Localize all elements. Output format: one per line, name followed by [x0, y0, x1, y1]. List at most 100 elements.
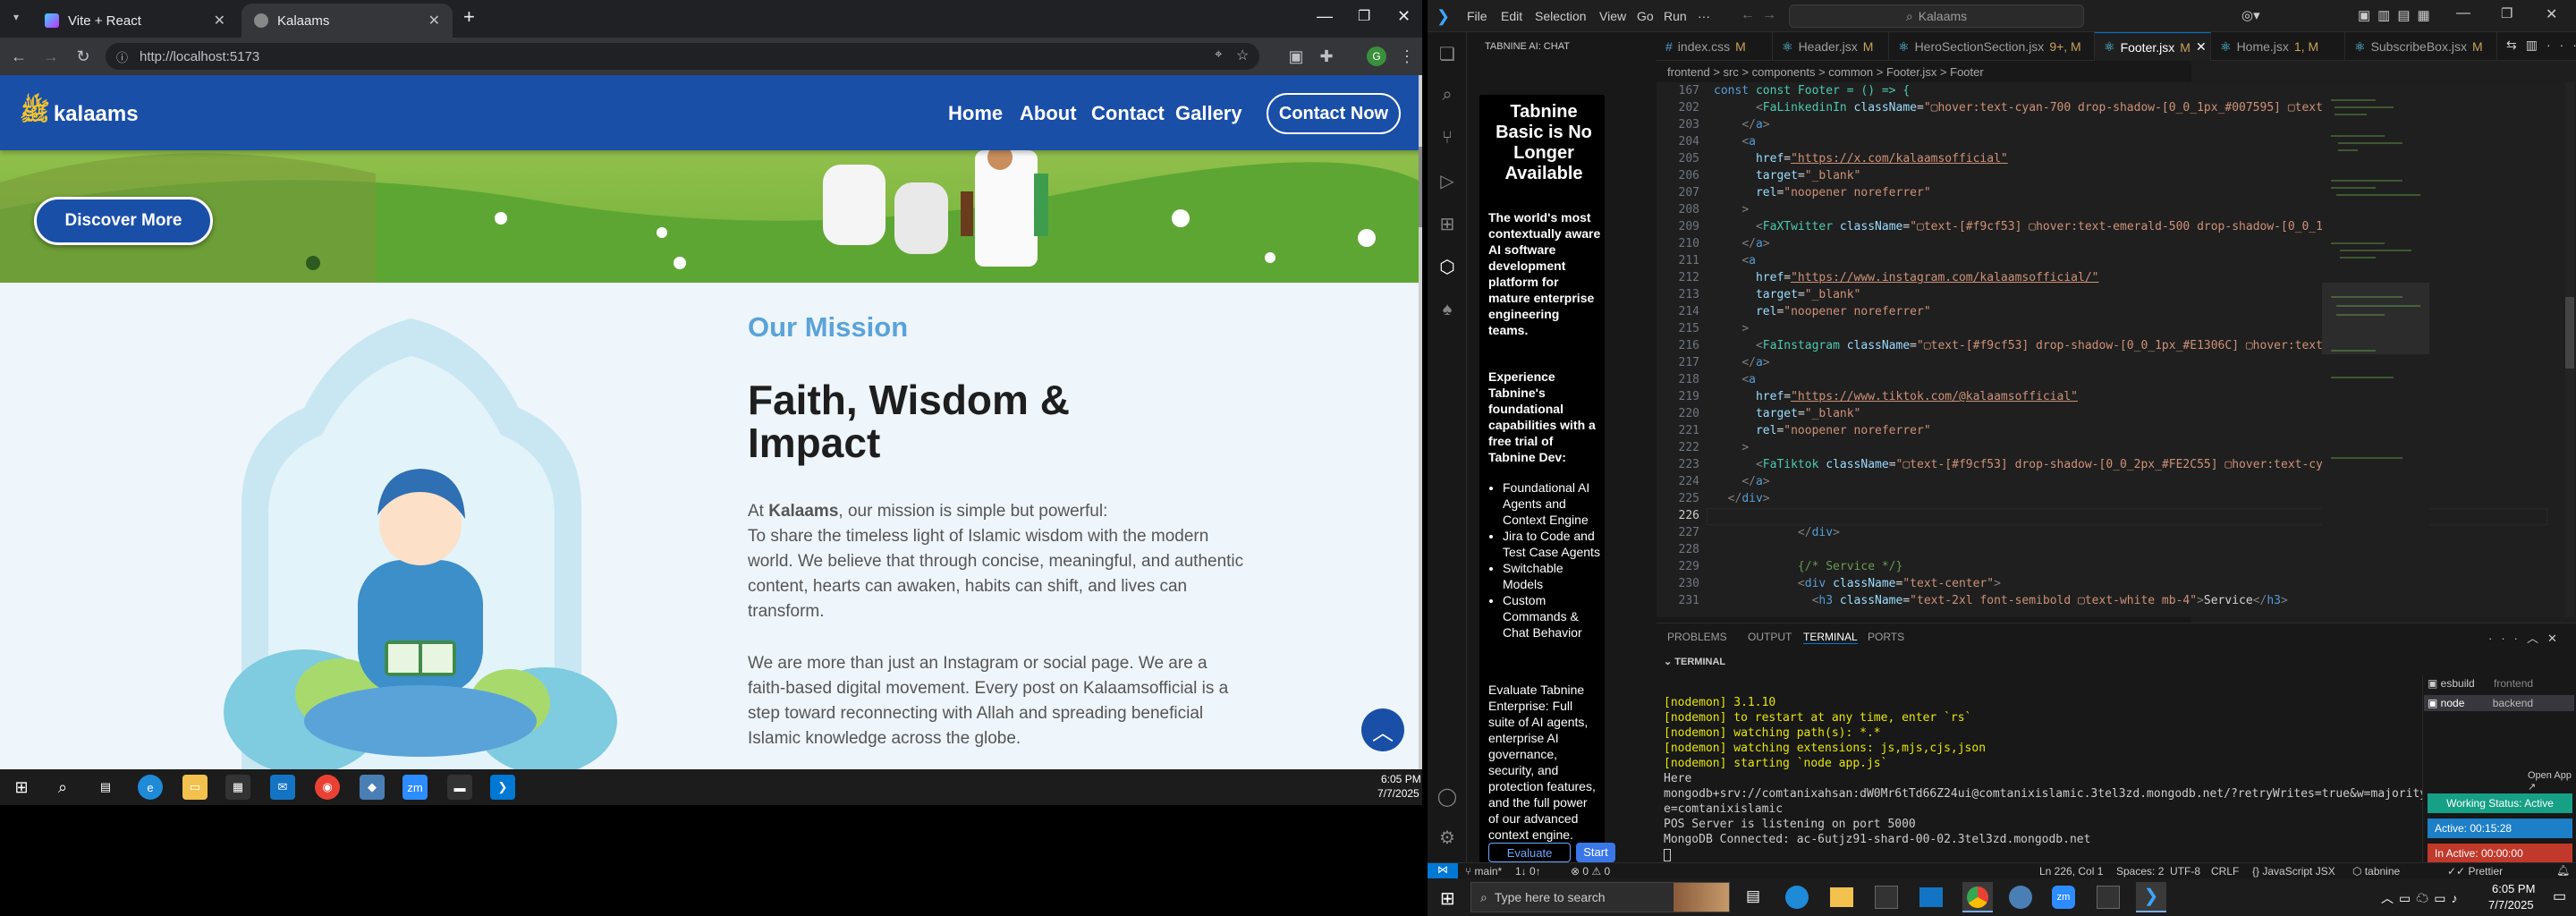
layout-icons[interactable]: ▣▥▤▦ [2358, 7, 2437, 23]
bookmark-star-icon[interactable]: ☆ [1236, 47, 1249, 64]
tab-search-icon[interactable]: ▾ [7, 11, 25, 29]
tab-index-css[interactable]: # index.css M [1657, 32, 1773, 61]
chrome-icon[interactable]: ◉ [315, 775, 340, 800]
menu-go[interactable]: Go [1637, 9, 1654, 23]
terminal-node[interactable]: ▣ node backend [2424, 695, 2574, 711]
run-debug-icon[interactable]: ▷ [1435, 168, 1460, 193]
terminal-icon[interactable] [2097, 886, 2120, 909]
edge-icon[interactable]: e [138, 775, 163, 800]
open-app-link[interactable]: Open App ↗ [2528, 770, 2576, 793]
chrome-icon[interactable] [1962, 882, 1993, 912]
menu-edit[interactable]: Edit [1501, 9, 1522, 23]
editor-actions-icons[interactable]: ⇆▥··· [2506, 38, 2576, 53]
prettier-status[interactable]: ✓✓ Prettier [2447, 865, 2503, 878]
mail-icon[interactable]: ✉ [270, 775, 295, 800]
nav-forward-icon[interactable]: → [1762, 7, 1776, 23]
nav-about[interactable]: About [1020, 102, 1077, 125]
start-button[interactable]: Start [1576, 843, 1615, 862]
terminal-esbuild[interactable]: ▣ esbuild frontend [2428, 677, 2533, 690]
tab-kalaams[interactable]: Kalaams ✕ [242, 4, 453, 38]
leaf-icon[interactable]: ♠ [1435, 297, 1460, 322]
cursor-position[interactable]: Ln 226, Col 1 [2039, 865, 2103, 878]
explorer-icon[interactable]: ❏ [1435, 41, 1460, 66]
nav-gallery[interactable]: Gallery [1175, 102, 1242, 125]
close-window-icon[interactable]: ✕ [1397, 7, 1411, 26]
edge-icon[interactable] [1785, 886, 1809, 909]
location-icon[interactable]: ⌖ [1215, 47, 1222, 62]
zoom-icon[interactable]: zm [2052, 886, 2075, 909]
address-bar[interactable]: ⓘ http://localhost:5173 ⌖ ☆ [106, 43, 1259, 70]
extension-icon[interactable]: ▣ [1284, 45, 1308, 68]
panel-actions-icons[interactable]: ···︿✕ [2488, 629, 2566, 646]
minimize-icon[interactable]: — [1317, 7, 1333, 26]
language-mode[interactable]: {} JavaScript JSX [2252, 865, 2335, 878]
notifications-bell-icon[interactable]: 🔔︎ [2556, 864, 2570, 877]
extensions-icon[interactable]: ⊞ [1435, 211, 1460, 236]
nav-home[interactable]: Home [948, 102, 1003, 125]
menu-dots-icon[interactable]: ⋮ [1395, 45, 1419, 68]
back-icon[interactable]: ← [7, 45, 30, 68]
menu-view[interactable]: View [1599, 9, 1626, 23]
tab-subscribebox-jsx[interactable]: ⚛ SubscribeBox.jsx M [2345, 32, 2497, 61]
tab-vite-react[interactable]: Vite + React ✕ [32, 4, 238, 38]
search-icon[interactable]: ⌕ [1435, 82, 1460, 107]
store-icon[interactable] [1875, 886, 1898, 909]
tab-footer-jsx[interactable]: ⚛ Footer.jsx M ✕ [2095, 32, 2211, 61]
code-editor[interactable]: 167 const const Footer = () => { 202 <Fa… [1657, 82, 2576, 617]
scroll-to-top-button[interactable]: ︿ [1361, 708, 1404, 751]
account-icon[interactable]: ◯ [1435, 784, 1460, 809]
line-ending[interactable]: CRLF [2211, 865, 2239, 878]
close-icon[interactable]: ✕ [2196, 39, 2207, 55]
taskbar-search-box[interactable]: ⌕ Type here to search [1470, 882, 1730, 912]
settings-gear-icon[interactable]: ⚙ [1435, 825, 1460, 850]
task-view-icon[interactable]: ▤ [1746, 887, 1760, 905]
system-tray-icons[interactable]: ︿▭☁▭♪ [2381, 889, 2462, 907]
branch-indicator[interactable]: ⑂ main* [1465, 865, 1502, 878]
file-explorer-icon[interactable]: ▭ [182, 775, 208, 800]
profile-avatar[interactable]: G [1367, 47, 1386, 66]
page-scrollbar[interactable] [1419, 75, 1422, 769]
terminal-output[interactable]: [nodemon] 3.1.10 [nodemon] to restart at… [1664, 695, 2483, 865]
tab-terminal[interactable]: TERMINAL [1803, 631, 1858, 644]
close-icon[interactable]: ✕ [214, 12, 225, 30]
zoom-icon[interactable]: zm [402, 775, 428, 800]
puzzle-icon[interactable]: ✚ [1315, 45, 1338, 68]
search-icon[interactable]: ⌕ [50, 775, 75, 800]
task-view-icon[interactable]: ▤ [93, 775, 118, 800]
nav-back-icon[interactable]: ← [1741, 7, 1755, 23]
new-tab-button[interactable]: + [463, 5, 475, 29]
discover-more-button[interactable]: Discover More [34, 197, 213, 245]
terminal-icon[interactable]: ▬ [447, 775, 472, 800]
sync-indicator[interactable]: 1↓ 0↑ [1515, 865, 1541, 878]
close-icon[interactable]: ✕ [428, 12, 440, 30]
menu-run[interactable]: Run [1664, 9, 1687, 23]
maximize-icon[interactable]: ❐ [1358, 7, 1370, 25]
indentation[interactable]: Spaces: 2 [2116, 865, 2164, 878]
site-logo[interactable]: ﷺ kalaams [20, 97, 139, 132]
source-control-icon[interactable]: ⑂ [1435, 125, 1460, 150]
windows-start-icon[interactable]: ⊞ [1440, 887, 1455, 910]
tab-home-jsx[interactable]: ⚛ Home.jsx 1, M [2211, 32, 2345, 61]
app-icon[interactable] [2009, 886, 2032, 909]
windows-start-icon[interactable]: ⊞ [9, 775, 34, 800]
problems-indicator[interactable]: ⊗ 0 ⚠ 0 [1571, 865, 1610, 878]
tab-header-jsx[interactable]: ⚛ Header.jsx M [1773, 32, 1889, 61]
encoding[interactable]: UTF-8 [2170, 865, 2200, 878]
forward-icon[interactable]: → [39, 45, 63, 68]
app-icon[interactable]: ◆ [360, 775, 385, 800]
vscode-icon[interactable]: ❯ [2136, 882, 2166, 912]
editor-scrollbar[interactable] [2565, 82, 2574, 617]
mail-icon[interactable] [1919, 887, 1943, 907]
menu-more[interactable]: ··· [1698, 9, 1710, 23]
evaluate-button[interactable]: Evaluate [1488, 843, 1571, 862]
vscode-maximize-icon[interactable]: ❐ [2501, 5, 2512, 21]
remote-indicator[interactable]: ⋈ [1428, 863, 1458, 878]
nav-contact[interactable]: Contact [1091, 102, 1165, 125]
tab-ports[interactable]: PORTS [1868, 631, 1904, 643]
vscode-icon[interactable]: ❯ [490, 775, 515, 800]
breadcrumb[interactable]: frontend > src > components > common > F… [1657, 61, 2576, 82]
reload-icon[interactable]: ↻ [72, 45, 95, 68]
site-info-icon[interactable]: ⓘ [116, 48, 128, 65]
vscode-close-icon[interactable]: ✕ [2546, 5, 2557, 23]
tab-output[interactable]: OUTPUT [1748, 631, 1792, 643]
